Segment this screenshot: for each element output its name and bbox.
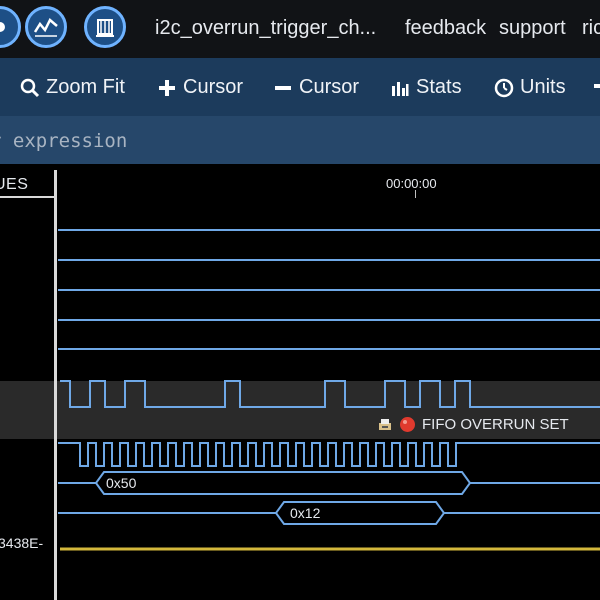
bus-value-0x12: 0x12 (290, 505, 321, 521)
bus-segment-1 (58, 471, 600, 495)
column-separator[interactable] (54, 170, 57, 600)
clock-signal (58, 442, 600, 467)
printer-icon (379, 418, 391, 430)
interrupt-signal (60, 380, 600, 408)
alert-dot-icon (400, 417, 415, 432)
fifo-annotation[interactable]: FIFO OVERRUN SET (377, 416, 569, 433)
bus-value-0x50: 0x50 (106, 475, 137, 491)
annotation-text: FIFO OVERRUN SET (422, 416, 569, 433)
analog-value-label: 3438E- (0, 535, 44, 551)
flat-signal-lines (58, 229, 600, 350)
bus-segment-2 (58, 501, 600, 525)
